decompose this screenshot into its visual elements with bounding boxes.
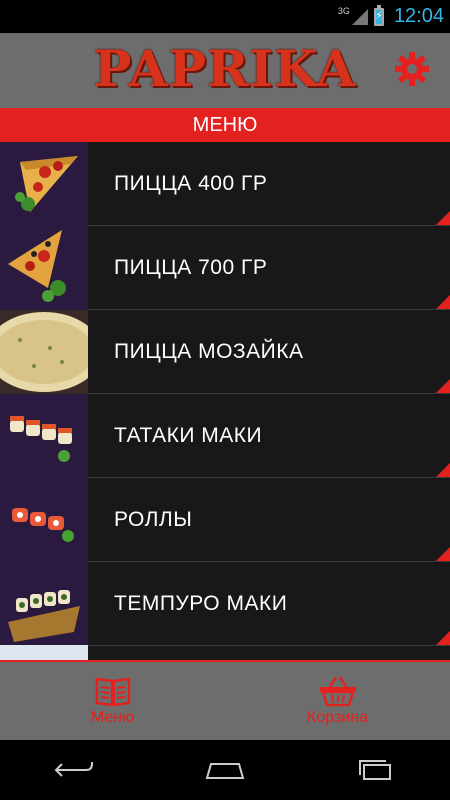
pizza-image [0, 309, 88, 394]
corner-marker [436, 379, 450, 393]
menu-item-rolls[interactable]: РОЛЛЫ [0, 477, 450, 562]
network-type: 3G [337, 5, 350, 16]
menu-item-label: ПИЦЦА МОЗАЙКА [114, 339, 304, 363]
clock: 12:04 [393, 5, 444, 27]
back-icon[interactable] [52, 758, 96, 782]
system-nav-bar [0, 740, 450, 800]
tab-cart-label: Корзина [307, 709, 368, 726]
book-icon [95, 677, 130, 707]
basket-icon [319, 676, 356, 707]
menu-item-pizza-400[interactable]: ПИЦЦА 400 ГР [0, 142, 450, 226]
menu-item-partial[interactable] [0, 644, 450, 660]
app-header: PAPRIKA [0, 33, 450, 108]
corner-marker [436, 211, 450, 225]
menu-item-image [0, 644, 88, 660]
corner-marker [436, 295, 450, 309]
menu-item-label: ПИЦЦА 400 ГР [114, 171, 268, 195]
menu-title: МЕНЮ [0, 108, 450, 142]
corner-marker [436, 463, 450, 477]
menu-item-label: ТАТАКИ МАКИ [114, 423, 263, 447]
bottom-tab-bar: Меню Корзина [0, 660, 450, 740]
tab-cart[interactable]: Корзина [225, 662, 450, 740]
menu-item-label: РОЛЛЫ [114, 507, 193, 531]
battery-icon: ⚡ [373, 4, 384, 26]
gear-icon[interactable] [392, 49, 432, 89]
corner-marker [436, 631, 450, 645]
sushi-image [0, 393, 88, 478]
recents-icon[interactable] [354, 757, 398, 783]
menu-item-pizza-mosaic[interactable]: ПИЦЦА МОЗАЙКА [0, 309, 450, 394]
pizza-slice-image [0, 142, 88, 226]
menu-item-label: ТЕМПУРО МАКИ [114, 591, 288, 615]
app-logo: PAPRIKA [93, 39, 357, 98]
pizza-slice-image [0, 225, 88, 310]
tab-menu[interactable]: Меню [0, 662, 225, 740]
rolls-image [0, 477, 88, 562]
menu-item-pizza-700[interactable]: ПИЦЦА 700 ГР [0, 225, 450, 310]
menu-item-label: ПИЦЦА 700 ГР [114, 255, 268, 279]
menu-item-tempura-maki[interactable]: ТЕМПУРО МАКИ [0, 561, 450, 646]
tab-menu-label: Меню [90, 709, 135, 726]
status-bar: 3G ⚡ 12:04 [0, 0, 450, 33]
corner-marker [436, 547, 450, 561]
menu-list: ПИЦЦА 400 ГР ПИЦЦА 700 ГР ПИЦЦА МОЗАЙКА … [0, 142, 450, 660]
signal-icon [351, 8, 368, 25]
sushi-boat-image [0, 561, 88, 646]
menu-item-tataki-maki[interactable]: ТАТАКИ МАКИ [0, 393, 450, 478]
home-icon[interactable] [201, 758, 249, 782]
